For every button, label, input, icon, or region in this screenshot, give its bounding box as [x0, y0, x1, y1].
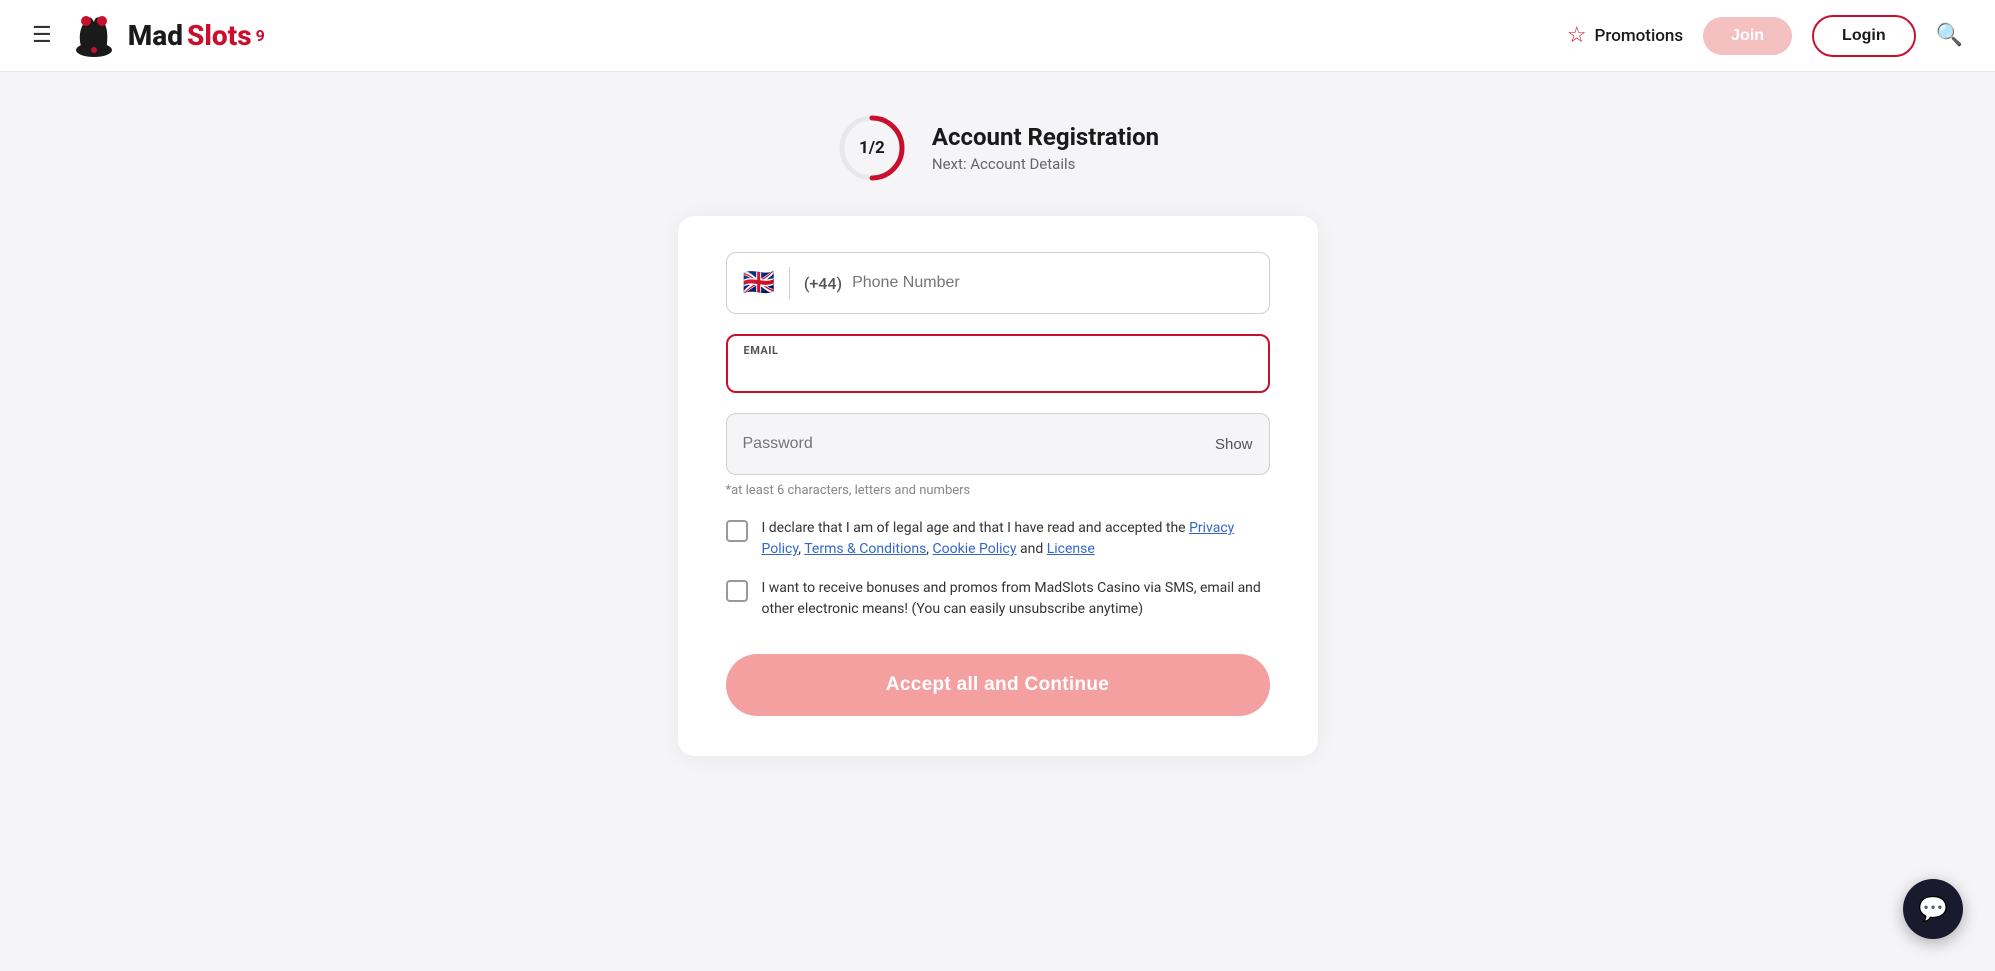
phone-code: (+44): [804, 274, 842, 293]
promotions-link[interactable]: ☆ Promotions: [1567, 23, 1683, 48]
promotions-label: Promotions: [1595, 26, 1684, 46]
main-content: 1/2 Account Registration Next: Account D…: [0, 72, 1995, 816]
password-input[interactable]: [743, 435, 1205, 453]
form-card: 🇬🇧 (+44) EMAIL Show *at least 6 characte…: [678, 216, 1318, 756]
jester-hat-icon: [68, 12, 120, 60]
email-label: EMAIL: [744, 344, 1252, 357]
flag-icon: 🇬🇧: [743, 270, 775, 296]
logo[interactable]: MadSlots9: [68, 12, 265, 60]
step-label: 1/2: [859, 138, 885, 158]
cookie-policy-link[interactable]: Cookie Policy: [933, 541, 1017, 557]
registration-next: Next: Account Details: [932, 155, 1159, 173]
checkbox-promos-text: I want to receive bonuses and promos fro…: [762, 578, 1270, 620]
show-password-button[interactable]: Show: [1215, 436, 1253, 453]
header-left: ☰ MadSlots9: [32, 12, 265, 60]
email-group: EMAIL: [726, 334, 1270, 393]
star-icon: ☆: [1567, 23, 1587, 48]
join-button[interactable]: Join: [1703, 17, 1792, 55]
step-info: Account Registration Next: Account Detai…: [932, 123, 1159, 173]
checkbox-legal-age-group: I declare that I am of legal age and tha…: [726, 518, 1270, 560]
terms-link[interactable]: Terms & Conditions: [804, 541, 926, 557]
email-input[interactable]: [744, 361, 1252, 379]
header: ☰ MadSlots9 ☆ Promotions Join Login 🔍: [0, 0, 1995, 72]
checkbox-legal-age-text: I declare that I am of legal age and tha…: [762, 518, 1270, 560]
checkbox-legal-age[interactable]: [726, 520, 748, 542]
logo-name-slots: Slots: [187, 19, 252, 52]
logo-superscript: 9: [256, 26, 265, 45]
password-hint: *at least 6 characters, letters and numb…: [726, 483, 1270, 498]
phone-input[interactable]: [852, 274, 1252, 292]
hamburger-icon[interactable]: ☰: [32, 23, 52, 48]
phone-field[interactable]: 🇬🇧 (+44): [726, 252, 1270, 314]
license-link[interactable]: License: [1047, 541, 1095, 557]
header-right: ☆ Promotions Join Login 🔍: [1567, 15, 1963, 57]
login-button[interactable]: Login: [1812, 15, 1916, 57]
search-icon[interactable]: 🔍: [1936, 23, 1963, 48]
chat-button[interactable]: 💬: [1903, 879, 1963, 939]
checkbox-promos[interactable]: [726, 580, 748, 602]
checkbox-promos-group: I want to receive bonuses and promos fro…: [726, 578, 1270, 620]
step-circle: 1/2: [836, 112, 908, 184]
registration-title: Account Registration: [932, 123, 1159, 151]
email-field-wrapper: EMAIL: [726, 334, 1270, 393]
password-group: Show *at least 6 characters, letters and…: [726, 413, 1270, 498]
accept-continue-button[interactable]: Accept all and Continue: [726, 654, 1270, 716]
phone-divider: [789, 267, 790, 299]
progress-header: 1/2 Account Registration Next: Account D…: [836, 112, 1159, 184]
logo-name-mad: Mad: [128, 19, 183, 52]
chat-icon: 💬: [1918, 895, 1948, 923]
password-field: Show: [726, 413, 1270, 475]
phone-group: 🇬🇧 (+44): [726, 252, 1270, 314]
